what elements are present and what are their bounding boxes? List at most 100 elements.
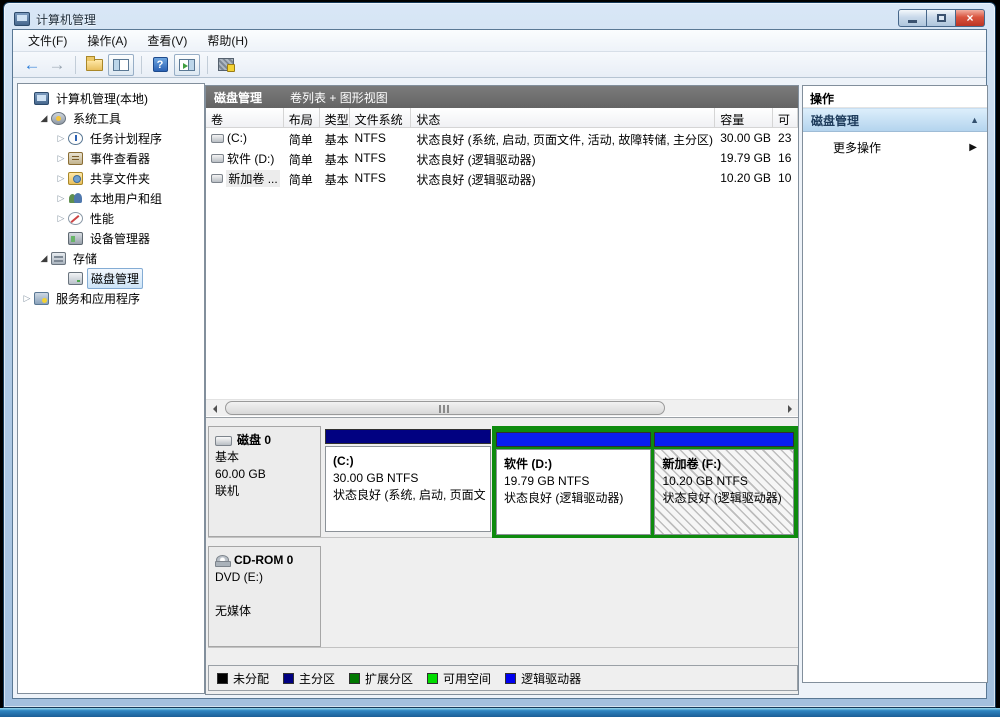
tree-item-system-tools[interactable]: ◢ 系统工具 [18, 108, 204, 128]
disk-icon [215, 436, 232, 446]
extended-swatch-icon [349, 673, 360, 684]
help-button[interactable]: ? [149, 54, 171, 76]
event-viewer-icon [68, 152, 83, 165]
scrollbar-track[interactable] [223, 400, 781, 416]
scroll-left-button[interactable] [206, 400, 223, 417]
menu-action[interactable]: 操作(A) [78, 30, 136, 51]
cdrom-media-status: 无媒体 [215, 603, 314, 620]
volume-icon [211, 154, 224, 163]
column-filesystem[interactable]: 文件系统 [350, 108, 412, 127]
scroll-right-button[interactable] [781, 400, 798, 417]
expander-collapsed-icon[interactable]: ▷ [54, 153, 68, 164]
logical-drive-bar [654, 432, 794, 447]
title-bar: 计算机管理 [14, 9, 96, 29]
minimize-icon [908, 20, 917, 23]
partition-c[interactable]: (C:) 30.00 GB NTFS 状态良好 (系统, 启动, 页面文 [325, 429, 491, 535]
show-console-tree-button[interactable] [108, 54, 134, 76]
tree-item-disk-management[interactable]: 磁盘管理 [18, 268, 204, 288]
toolbar-separator [75, 56, 76, 74]
expander-collapsed-icon[interactable]: ▷ [54, 193, 68, 204]
partition-f-selected[interactable]: 新加卷 (F:) 10.20 GB NTFS 状态良好 (逻辑驱动器) [654, 432, 794, 538]
tree-item-storage[interactable]: ◢ 存储 [18, 248, 204, 268]
menu-view[interactable]: 查看(V) [138, 30, 196, 51]
legend-extended-partition: 扩展分区 [349, 670, 413, 687]
console-tree: 计算机管理(本地) ◢ 系统工具 ▷ 任务计划程序 ▷ 事件查看器 [17, 83, 205, 694]
actions-pane: 操作 磁盘管理 ▲ 更多操作 ▶ [802, 85, 988, 683]
volume-row-f[interactable]: 新加卷 ... 简单 基本 NTFS 状态良好 (逻辑驱动器) 10.20 GB… [206, 168, 798, 188]
disk-management-icon [68, 272, 83, 285]
horizontal-scrollbar[interactable] [206, 399, 798, 416]
disk-0-label[interactable]: 磁盘 0 基本 60.00 GB 联机 [208, 426, 321, 537]
primary-partition-bar [325, 429, 491, 444]
system-tools-icon [51, 112, 66, 125]
legend-unallocated: 未分配 [217, 670, 269, 687]
tree-item-local-users-groups[interactable]: ▷ 本地用户和组 [18, 188, 204, 208]
action-pane-icon [179, 59, 195, 71]
menu-help[interactable]: 帮助(H) [198, 30, 257, 51]
forward-icon: → [49, 56, 66, 73]
expander-expanded-icon[interactable]: ◢ [37, 253, 51, 264]
column-free[interactable]: 可 [773, 108, 798, 127]
partition-d[interactable]: 软件 (D:) 19.79 GB NTFS 状态良好 (逻辑驱动器) [496, 432, 651, 538]
tree-item-computer-management[interactable]: 计算机管理(本地) [18, 88, 204, 108]
tree-item-performance[interactable]: ▷ 性能 [18, 208, 204, 228]
column-status[interactable]: 状态 [411, 108, 715, 127]
close-button[interactable]: × [956, 9, 985, 27]
content-area: 计算机管理(本地) ◢ 系统工具 ▷ 任务计划程序 ▷ 事件查看器 [14, 79, 985, 697]
scrollbar-thumb[interactable] [225, 401, 665, 415]
console-settings-button[interactable] [215, 54, 237, 76]
scrollbar-grip-icon [439, 405, 451, 413]
minimize-button[interactable] [898, 9, 927, 27]
expander-collapsed-icon[interactable]: ▷ [54, 173, 68, 184]
volume-row-c[interactable]: (C:) 简单 基本 NTFS 状态良好 (系统, 启动, 页面文件, 活动, … [206, 128, 798, 148]
menu-bar: 文件(F) 操作(A) 查看(V) 帮助(H) [13, 30, 986, 52]
app-icon [14, 12, 30, 26]
actions-title: 操作 [803, 86, 987, 108]
up-level-button[interactable] [83, 54, 105, 76]
cdrom-0-row: CD-ROM 0 DVD (E:) 无媒体 [208, 546, 798, 648]
volume-icon [211, 134, 224, 143]
tree-item-task-scheduler[interactable]: ▷ 任务计划程序 [18, 128, 204, 148]
console-tree-icon [113, 59, 129, 71]
volume-list-header: 卷 布局 类型 文件系统 状态 容量 可 [206, 108, 798, 128]
maximize-button[interactable] [927, 9, 956, 27]
tree-item-event-viewer[interactable]: ▷ 事件查看器 [18, 148, 204, 168]
tree-item-services-applications[interactable]: ▷ 服务和应用程序 [18, 288, 204, 308]
show-action-pane-button[interactable] [174, 54, 200, 76]
volume-row-d[interactable]: 软件 (D:) 简单 基本 NTFS 状态良好 (逻辑驱动器) 19.79 GB… [206, 148, 798, 168]
free-space-swatch-icon [427, 673, 438, 684]
expander-collapsed-icon[interactable]: ▷ [54, 213, 68, 224]
disk-management-pane: 磁盘管理 卷列表 + 图形视图 卷 布局 类型 文件系统 状态 容量 可 (C:… [205, 85, 799, 695]
submenu-arrow-icon: ▶ [969, 142, 977, 153]
expander-expanded-icon[interactable]: ◢ [37, 113, 51, 124]
task-scheduler-icon [68, 132, 83, 145]
expander-collapsed-icon[interactable]: ▷ [54, 133, 68, 144]
legend-primary-partition: 主分区 [283, 670, 335, 687]
column-capacity[interactable]: 容量 [715, 108, 773, 127]
tree-item-device-manager[interactable]: 设备管理器 [18, 228, 204, 248]
actions-section-disk-management[interactable]: 磁盘管理 ▲ [803, 108, 987, 132]
expander-collapsed-icon[interactable]: ▷ [20, 293, 34, 304]
computer-icon [34, 92, 49, 105]
tree-item-shared-folders[interactable]: ▷ 共享文件夹 [18, 168, 204, 188]
back-button[interactable]: ← [21, 54, 43, 76]
computer-management-window: 计算机管理 × 文件(F) 操作(A) 查看(V) 帮助(H) ← → ? [3, 2, 996, 708]
taskbar-edge [0, 708, 1000, 717]
column-volume[interactable]: 卷 [206, 108, 284, 127]
column-layout[interactable]: 布局 [284, 108, 320, 127]
forward-button[interactable]: → [46, 54, 68, 76]
cdrom-0-label[interactable]: CD-ROM 0 DVD (E:) 无媒体 [208, 546, 321, 647]
disk-0-row: 磁盘 0 基本 60.00 GB 联机 (C:) 30.00 GB NTFS 状… [208, 426, 798, 538]
disk-0-type: 基本 [215, 449, 314, 466]
maximize-icon [937, 14, 946, 22]
column-type[interactable]: 类型 [320, 108, 350, 127]
more-actions-item[interactable]: 更多操作 ▶ [803, 132, 987, 162]
device-manager-icon [68, 232, 83, 245]
console-settings-icon [218, 58, 234, 71]
menu-file[interactable]: 文件(F) [19, 30, 76, 51]
folder-icon [86, 59, 103, 71]
toolbar-separator [141, 56, 142, 74]
logical-drive-swatch-icon [505, 673, 516, 684]
help-icon: ? [153, 57, 168, 72]
collapse-section-icon[interactable]: ▲ [970, 115, 979, 125]
